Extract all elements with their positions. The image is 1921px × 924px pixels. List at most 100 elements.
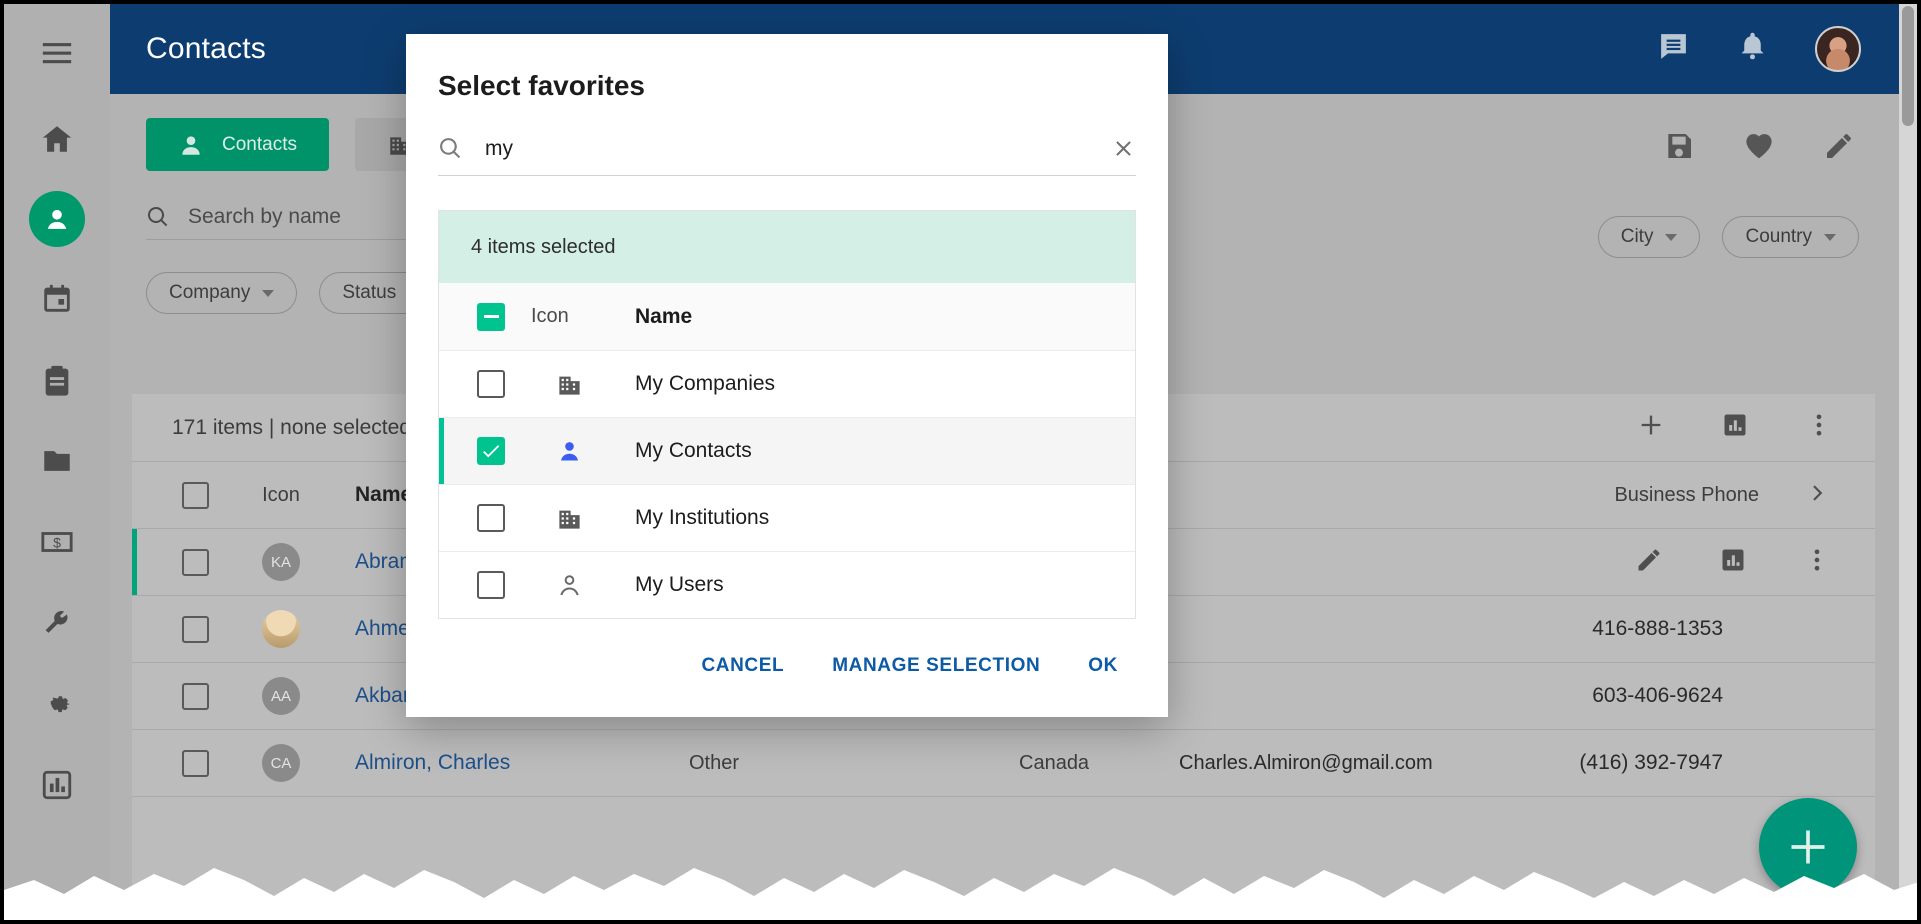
more-vertical-icon[interactable] — [1805, 411, 1833, 445]
scrollbar-thumb[interactable] — [1902, 6, 1914, 126]
hamburger-menu-icon[interactable] — [28, 24, 86, 82]
filter-city-label: City — [1621, 226, 1654, 248]
chat-icon[interactable] — [1657, 30, 1690, 68]
list-item[interactable]: My Users — [439, 551, 1135, 618]
avatar: KA — [262, 543, 300, 581]
pencil-icon[interactable] — [1635, 546, 1663, 579]
row-checkbox[interactable] — [182, 549, 209, 576]
grid-actions — [1637, 411, 1875, 445]
dialog-search-row: my — [438, 136, 1136, 176]
more-vertical-icon[interactable] — [1803, 546, 1831, 579]
row-name[interactable]: Almiron, Charles — [355, 751, 645, 775]
column-name-header: Name — [635, 305, 692, 329]
filter-chips-right: City Country — [1598, 216, 1859, 258]
item-checkbox[interactable] — [477, 571, 505, 599]
expand-columns-icon[interactable] — [1805, 480, 1831, 511]
calendar-icon — [40, 282, 74, 316]
avatar: CA — [262, 744, 300, 782]
dialog-title: Select favorites — [406, 34, 1168, 102]
check-icon — [480, 440, 502, 462]
row-accent-bar — [439, 418, 444, 484]
sidebar-item-files[interactable] — [28, 432, 86, 490]
sidebar-item-reports[interactable] — [28, 756, 86, 814]
building-icon — [531, 371, 607, 398]
chart-icon — [40, 768, 74, 802]
row-checkbox[interactable] — [182, 616, 209, 643]
svg-text:$: $ — [53, 536, 61, 552]
sidebar-item-contacts[interactable] — [29, 191, 85, 247]
column-icon-header: Icon — [531, 305, 607, 328]
bell-icon[interactable] — [1736, 30, 1769, 68]
row-avatar — [235, 610, 327, 648]
gear-icon — [40, 687, 74, 721]
folder-icon — [40, 444, 74, 478]
row-actions — [1635, 546, 1831, 579]
row-avatar: AA — [235, 677, 327, 715]
left-sidebar: $ — [4, 4, 110, 920]
row-avatar: KA — [235, 543, 327, 581]
plus-icon[interactable] — [1637, 411, 1665, 445]
sidebar-item-billing[interactable]: $ — [28, 513, 86, 571]
filter-country-label: Country — [1745, 226, 1812, 248]
chevron-down-icon — [1824, 234, 1836, 241]
grid-status-text: 171 items | none selected — [172, 416, 411, 440]
row-other: Other — [689, 752, 1019, 775]
chevron-down-icon — [1665, 234, 1677, 241]
heart-icon[interactable] — [1743, 130, 1775, 167]
row-business-phone: (416) 392-7947 — [1579, 751, 1723, 775]
home-icon — [40, 122, 74, 156]
column-icon-header: Icon — [235, 484, 327, 507]
search-placeholder: Search by name — [188, 205, 341, 229]
close-icon[interactable] — [1111, 136, 1136, 161]
select-all-checkbox[interactable] — [182, 482, 209, 509]
save-icon[interactable] — [1663, 130, 1695, 167]
filter-country[interactable]: Country — [1722, 216, 1859, 258]
vertical-scrollbar[interactable] — [1899, 4, 1917, 920]
row-checkbox[interactable] — [182, 683, 209, 710]
dialog-actions: CANCEL MANAGE SELECTION OK — [406, 641, 1168, 717]
filter-city[interactable]: City — [1598, 216, 1701, 258]
row-checkbox[interactable] — [182, 750, 209, 777]
money-icon: $ — [40, 525, 74, 559]
clipboard-icon — [40, 363, 74, 397]
filter-company[interactable]: Company — [146, 272, 297, 314]
dialog-search-input[interactable]: my — [485, 137, 1089, 161]
row-email: Charles.Almiron@gmail.com — [1179, 752, 1509, 775]
list-item[interactable]: My Companies — [439, 350, 1135, 417]
sidebar-item-settings[interactable] — [28, 675, 86, 733]
sidebar-item-calendar[interactable] — [28, 270, 86, 328]
column-business-phone-header: Business Phone — [1614, 484, 1759, 507]
list-header-row: Icon Name — [439, 283, 1135, 350]
cancel-button[interactable]: CANCEL — [683, 641, 802, 691]
user-avatar[interactable] — [1815, 26, 1861, 72]
table-row[interactable]: CA Almiron, Charles Other Canada Charles… — [132, 730, 1875, 797]
select-all-checkbox[interactable] — [477, 303, 505, 331]
list-item[interactable]: My Institutions — [439, 484, 1135, 551]
ok-button[interactable]: OK — [1070, 641, 1136, 691]
item-checkbox[interactable] — [477, 437, 505, 465]
content-toolbar — [1663, 130, 1855, 167]
item-checkbox[interactable] — [477, 504, 505, 532]
search-icon — [438, 136, 463, 161]
filter-company-label: Company — [169, 282, 250, 304]
sidebar-item-tools[interactable] — [28, 594, 86, 652]
chart-bar-icon[interactable] — [1721, 411, 1749, 445]
selection-count-text: 4 items selected — [471, 236, 616, 259]
person-icon — [178, 132, 204, 158]
torn-paper-edge — [4, 860, 1917, 920]
sidebar-item-tasks[interactable] — [28, 351, 86, 409]
filter-status-label: Status — [342, 282, 396, 304]
chart-bar-icon[interactable] — [1719, 546, 1747, 579]
manage-selection-button[interactable]: MANAGE SELECTION — [814, 641, 1058, 691]
select-favorites-dialog: Select favorites my 4 items selected Ico… — [406, 34, 1168, 717]
tab-contacts[interactable]: Contacts — [146, 118, 329, 171]
item-checkbox[interactable] — [477, 370, 505, 398]
list-item[interactable]: My Contacts — [439, 417, 1135, 484]
row-avatar: CA — [235, 744, 327, 782]
sidebar-item-home[interactable] — [28, 110, 86, 168]
favorites-list: 4 items selected Icon Name My Companies — [438, 210, 1136, 619]
page-title: Contacts — [146, 32, 266, 66]
person-outline-icon — [531, 572, 607, 599]
avatar — [262, 610, 300, 648]
pencil-icon[interactable] — [1823, 130, 1855, 167]
